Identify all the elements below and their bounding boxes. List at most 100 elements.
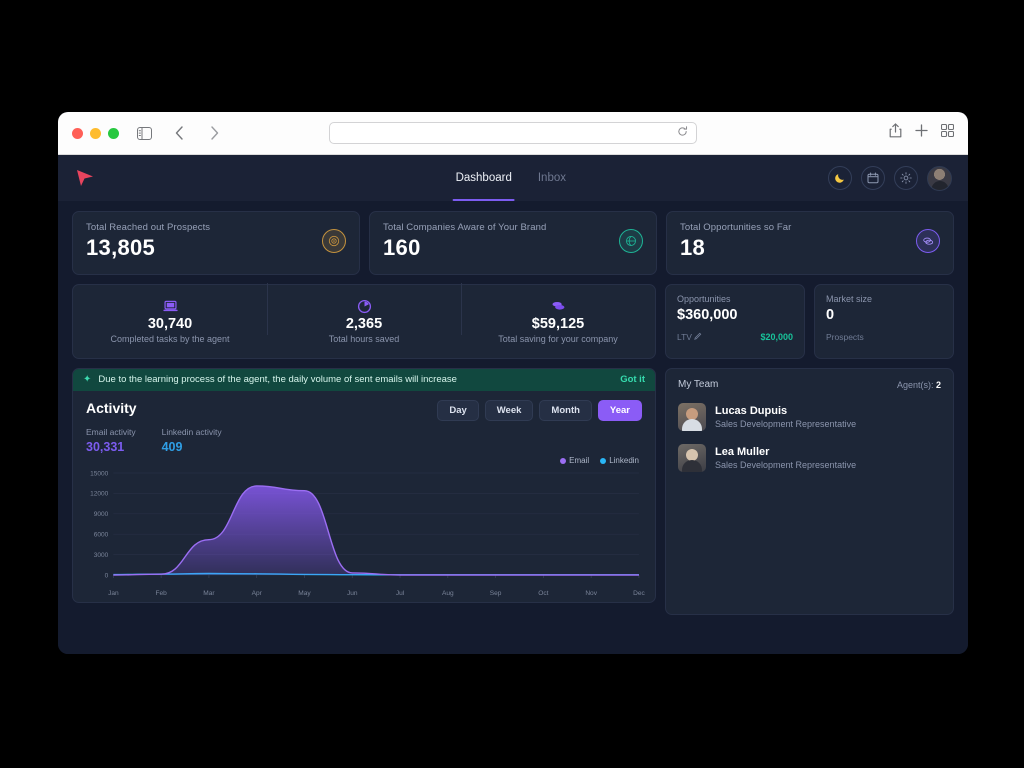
agent-stats-card: 30,740 Completed tasks by the agent 2,36…: [72, 283, 656, 359]
metric-value: 409: [161, 440, 183, 454]
reload-icon[interactable]: [677, 126, 688, 140]
stat-label: Total saving for your company: [498, 334, 618, 344]
metric-value: 30,331: [86, 440, 125, 454]
tab-dashboard[interactable]: Dashboard: [452, 155, 516, 201]
share-icon[interactable]: [889, 123, 902, 143]
app-viewport: Dashboard Inbox Total Reached out Prospe…: [58, 155, 968, 654]
ltv-amount: $20,000: [760, 332, 793, 342]
svg-text:9000: 9000: [94, 511, 109, 518]
market-foot-label: Prospects: [826, 332, 864, 342]
kpi-label: Total Companies Aware of Your Brand: [383, 222, 547, 233]
kpi-card-companies-aware: Total Companies Aware of Your Brand 160: [369, 211, 657, 275]
stat-value: 30,740: [147, 316, 193, 332]
clock-icon: [357, 299, 372, 314]
stat-total-saving: $59,125 Total saving for your company: [461, 283, 655, 344]
card-value: $360,000: [677, 307, 738, 323]
close-window-button[interactable]: [72, 127, 83, 139]
metric-email-activity: Email activity 30,331: [86, 427, 136, 454]
kpi-card-total-opportunities: Total Opportunities so Far 18: [666, 211, 954, 275]
agent-count-label: Agent(s):: [896, 379, 934, 390]
team-member-row[interactable]: Lea Muller Sales Development Representat…: [678, 444, 941, 472]
kpi-value: 18: [680, 235, 706, 260]
card-label: Opportunities: [677, 294, 731, 304]
avatar: [678, 444, 706, 472]
team-title: My Team: [678, 379, 719, 390]
window-controls: [72, 127, 119, 139]
legend-item-email: Email: [560, 456, 589, 465]
secondary-stats-row: 30,740 Completed tasks by the agent 2,36…: [72, 283, 954, 359]
ltv-label: LTV: [677, 332, 692, 342]
stat-label: Total hours saved: [328, 334, 400, 344]
maximize-window-button[interactable]: [108, 127, 119, 139]
minimize-window-button[interactable]: [90, 127, 101, 139]
ltv-row[interactable]: LTV: [677, 332, 702, 342]
card-footer: Prospects: [826, 332, 942, 342]
team-header: My Team Agent(s): 2: [678, 379, 941, 390]
market-size-card: Market size 0 Prospects: [814, 284, 954, 359]
tab-inbox[interactable]: Inbox: [538, 155, 566, 201]
tab-grid-icon[interactable]: [940, 123, 955, 142]
range-button-week[interactable]: Week: [484, 400, 534, 421]
gear-icon[interactable]: [894, 166, 918, 190]
app-header: Dashboard Inbox: [58, 155, 968, 201]
got-it-button[interactable]: Got it: [620, 374, 645, 385]
legend-label: Linkedin: [609, 456, 639, 465]
target-icon: [322, 229, 346, 253]
sparkle-icon: ✦: [83, 374, 92, 385]
svg-text:Oct: Oct: [538, 590, 548, 597]
back-chevron-icon[interactable]: [169, 123, 189, 143]
svg-text:Feb: Feb: [155, 590, 167, 597]
agent-count-value: 2: [935, 379, 941, 390]
calendar-icon[interactable]: [861, 166, 885, 190]
range-button-month[interactable]: Month: [539, 400, 592, 421]
svg-text:0: 0: [105, 572, 109, 579]
activity-metrics: Email activity 30,331 Linkedin activity …: [73, 421, 655, 454]
card-label: Market size: [826, 294, 873, 304]
legend-dot-email: [560, 457, 567, 464]
sidebar-toggle-icon[interactable]: [134, 123, 154, 143]
coins-stack-icon: [550, 299, 566, 314]
forward-chevron-icon[interactable]: [204, 123, 224, 143]
my-team-panel: My Team Agent(s): 2 Lucas Dupuis Sales D…: [665, 368, 954, 615]
svg-text:3000: 3000: [94, 552, 109, 559]
globe-icon: [619, 229, 643, 253]
main-content-row: ✦ Due to the learning process of the age…: [72, 368, 954, 615]
moon-icon[interactable]: [828, 166, 852, 190]
legend-item-linkedin: Linkedin: [600, 456, 639, 465]
kpi-label: Total Reached out Prospects: [86, 222, 211, 233]
kpi-row: Total Reached out Prospects 13,805 Total…: [72, 211, 954, 275]
svg-text:Nov: Nov: [585, 590, 597, 597]
stat-hours-saved: 2,365 Total hours saved: [267, 283, 461, 344]
coins-icon: [916, 229, 940, 253]
team-member-row[interactable]: Lucas Dupuis Sales Development Represent…: [678, 403, 941, 431]
range-button-day[interactable]: Day: [437, 400, 479, 421]
user-avatar[interactable]: [927, 165, 952, 191]
member-role: Sales Development Representative: [715, 460, 857, 470]
browser-actions: [889, 123, 955, 143]
svg-text:Jun: Jun: [347, 590, 358, 597]
stat-value: 2,365: [345, 316, 383, 332]
activity-panel: ✦ Due to the learning process of the age…: [72, 368, 656, 603]
range-filter-group: Day Week Month Year: [437, 400, 642, 421]
plus-icon[interactable]: [915, 124, 928, 142]
member-name: Lucas Dupuis: [715, 405, 788, 417]
browser-window: Dashboard Inbox Total Reached out Prospe…: [58, 112, 968, 654]
svg-text:15000: 15000: [90, 470, 109, 477]
stat-value: $59,125: [531, 316, 585, 332]
metric-linkedin-activity: Linkedin activity 409: [162, 427, 222, 454]
side-small-cards: Opportunities $360,000 LTV $20,000 Marke…: [665, 284, 954, 359]
svg-text:Jan: Jan: [108, 590, 119, 597]
metric-label: Email activity: [86, 427, 136, 437]
range-button-year[interactable]: Year: [597, 400, 642, 421]
activity-title: Activity: [86, 400, 137, 416]
laptop-icon: [162, 299, 178, 314]
pencil-edit-icon[interactable]: [694, 332, 702, 342]
chart-canvas: 0 3000 6000 9000 12000 15000: [90, 470, 640, 579]
svg-text:Mar: Mar: [203, 590, 215, 597]
cursor-logo-icon[interactable]: [74, 167, 96, 189]
main-nav-tabs: Dashboard Inbox: [452, 155, 566, 201]
address-bar[interactable]: [329, 122, 697, 144]
svg-text:Dec: Dec: [633, 590, 645, 597]
info-banner: ✦ Due to the learning process of the age…: [73, 369, 655, 391]
activity-header: Activity Day Week Month Year: [73, 391, 655, 421]
